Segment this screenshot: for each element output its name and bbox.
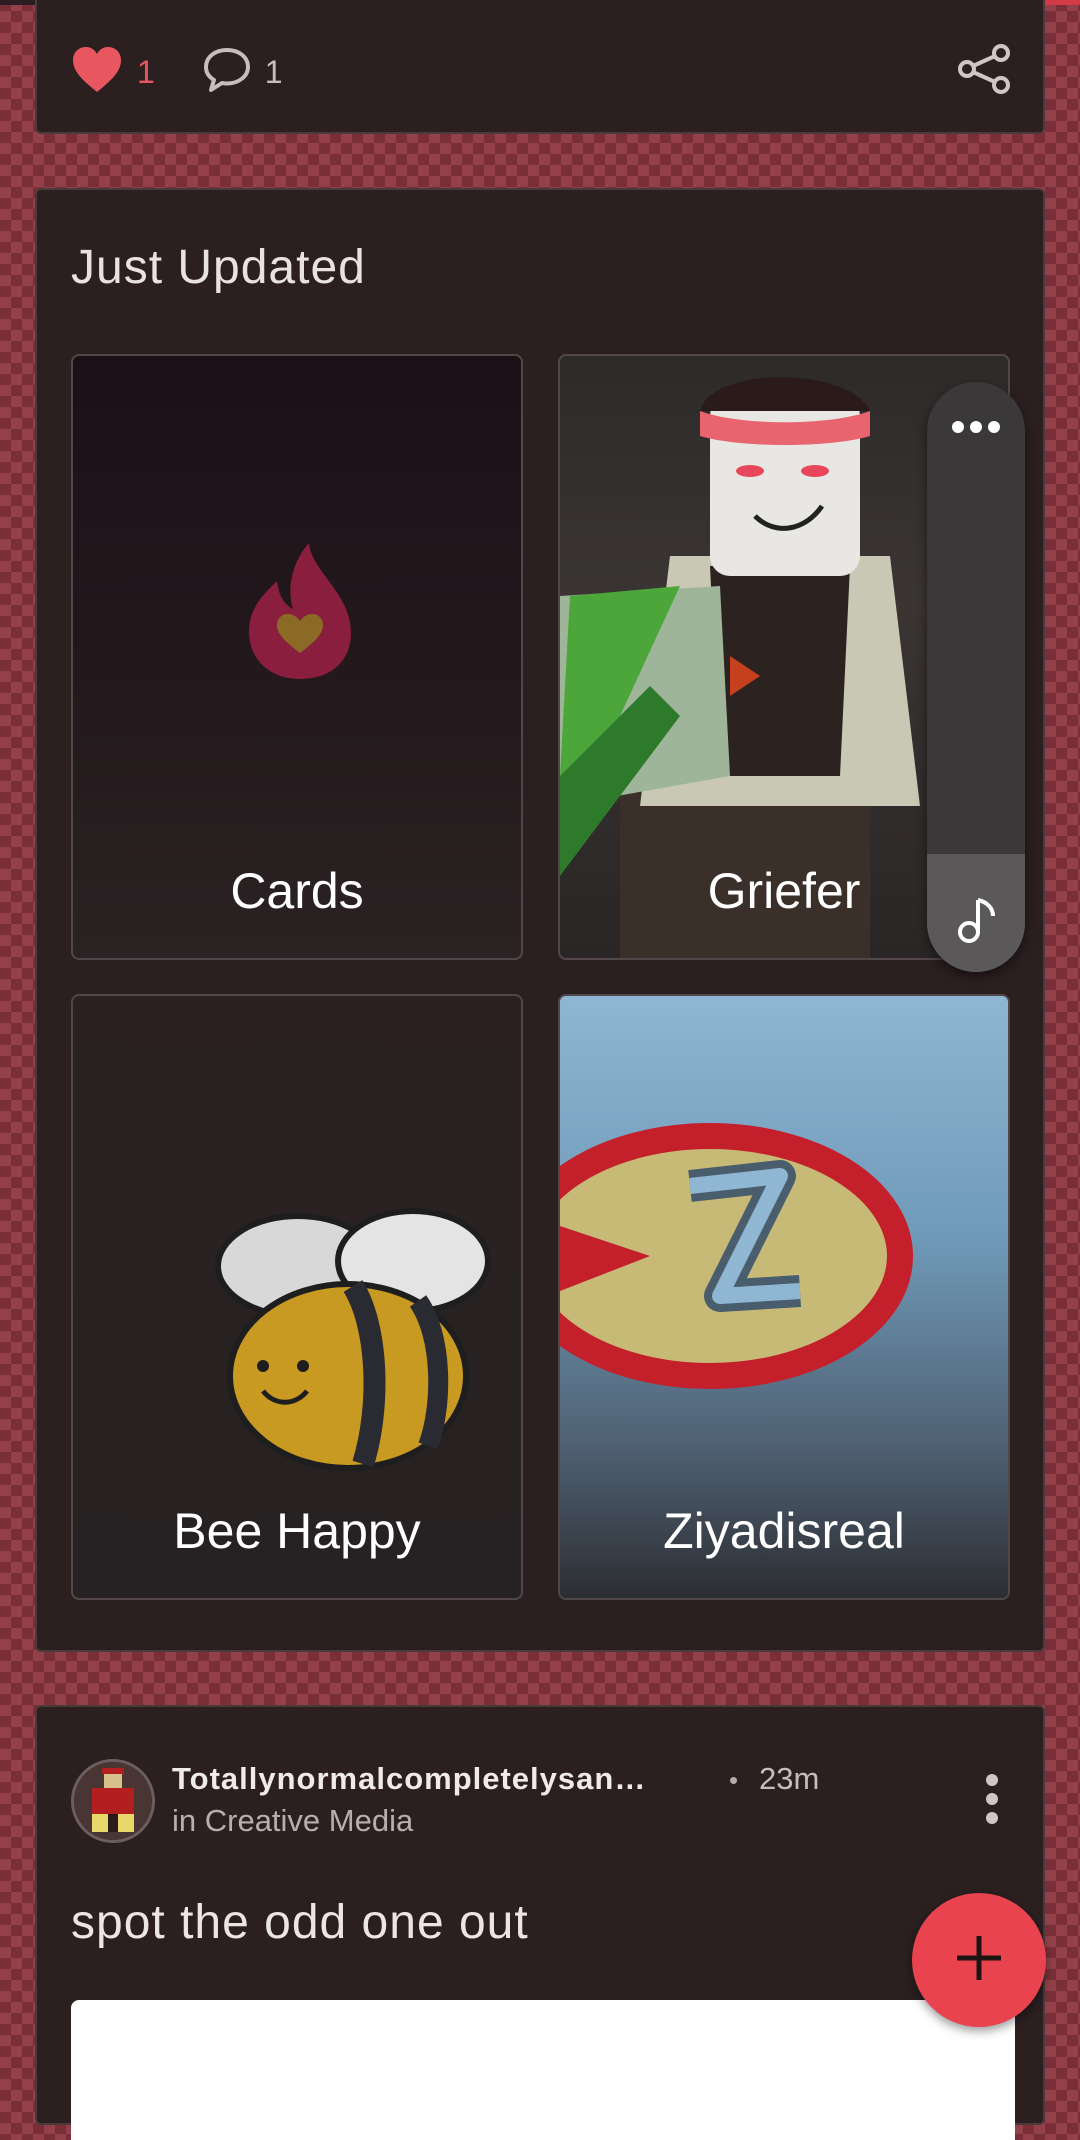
post-actions-card: 1 1 (35, 0, 1045, 134)
z-logo-drawing (560, 1116, 1008, 1461)
comment-icon (203, 46, 251, 99)
heart-icon (71, 46, 123, 99)
post-actions: 1 1 (71, 44, 331, 100)
tile-label: Cards (230, 863, 364, 919)
more-horizontal-icon[interactable] (951, 420, 1001, 439)
post-title[interactable]: spot the odd one out (71, 1895, 529, 1950)
post-community[interactable]: in Creative Media (172, 1803, 413, 1839)
share-button[interactable] (957, 44, 1011, 99)
plus-icon (953, 1932, 1005, 1989)
tile-ziyadisreal[interactable]: Ziyadisreal (558, 994, 1010, 1600)
like-button[interactable]: 1 (71, 46, 155, 99)
post-time: 23m (759, 1761, 820, 1796)
music-player-panel[interactable] (927, 382, 1025, 972)
post-author[interactable]: Totallynormalcompletelysan… (172, 1761, 646, 1797)
separator-dot: • (729, 1765, 739, 1795)
comment-button[interactable]: 1 (203, 46, 283, 99)
amino-logo-icon (247, 541, 353, 686)
tile-cards[interactable]: Cards (71, 354, 523, 960)
tile-bee-happy[interactable]: Bee Happy (71, 994, 523, 1600)
more-vertical-icon (985, 1774, 999, 1829)
post-card[interactable]: Totallynormalcompletelysan… • 23m in Cre… (35, 1705, 1045, 2140)
tile-label: Ziyadisreal (663, 1503, 905, 1559)
music-button[interactable] (927, 854, 1025, 972)
just-updated-section: Just Updated Cards Griefer Bee Happy Ziy… (35, 188, 1045, 1652)
post-menu-button[interactable] (985, 1773, 999, 1830)
bee-image (203, 1206, 493, 1481)
avatar[interactable] (71, 1759, 155, 1843)
create-post-button[interactable] (912, 1893, 1046, 2027)
music-note-icon (957, 896, 997, 949)
tile-label: Bee Happy (173, 1503, 421, 1559)
section-title: Just Updated (71, 241, 366, 294)
post-image[interactable] (71, 2000, 1015, 2140)
comment-count: 1 (264, 53, 283, 90)
share-icon (957, 44, 1011, 98)
like-count: 1 (137, 53, 155, 90)
